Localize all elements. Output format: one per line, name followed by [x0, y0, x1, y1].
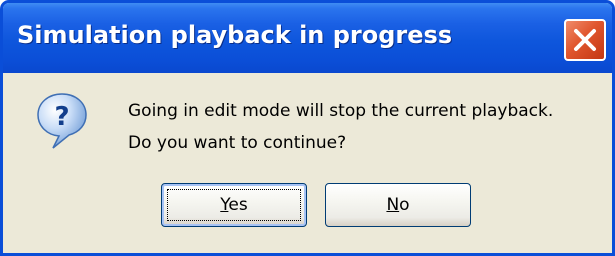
question-icon: ? — [37, 93, 87, 149]
focus-ring — [167, 189, 301, 221]
message-line-2: Do you want to continue? — [128, 133, 347, 153]
close-icon — [574, 29, 596, 51]
dialog-title: Simulation playback in progress — [17, 21, 453, 49]
yes-button[interactable]: Yes — [161, 183, 307, 227]
message-text: Going in edit mode will stop the current… — [128, 95, 553, 159]
title-bar[interactable]: Simulation playback in progress — [3, 3, 612, 73]
message-line-1: Going in edit mode will stop the current… — [128, 101, 554, 121]
no-button[interactable]: No — [325, 183, 471, 227]
no-mnemonic: N — [386, 195, 400, 215]
dialog-content: ? Going in edit mode will stop the curre… — [3, 73, 612, 253]
close-button[interactable] — [564, 19, 606, 61]
svg-text:?: ? — [54, 102, 69, 132]
dialog-window: Simulation playback in progress ? Going … — [0, 0, 615, 256]
no-label-rest: o — [399, 195, 410, 215]
